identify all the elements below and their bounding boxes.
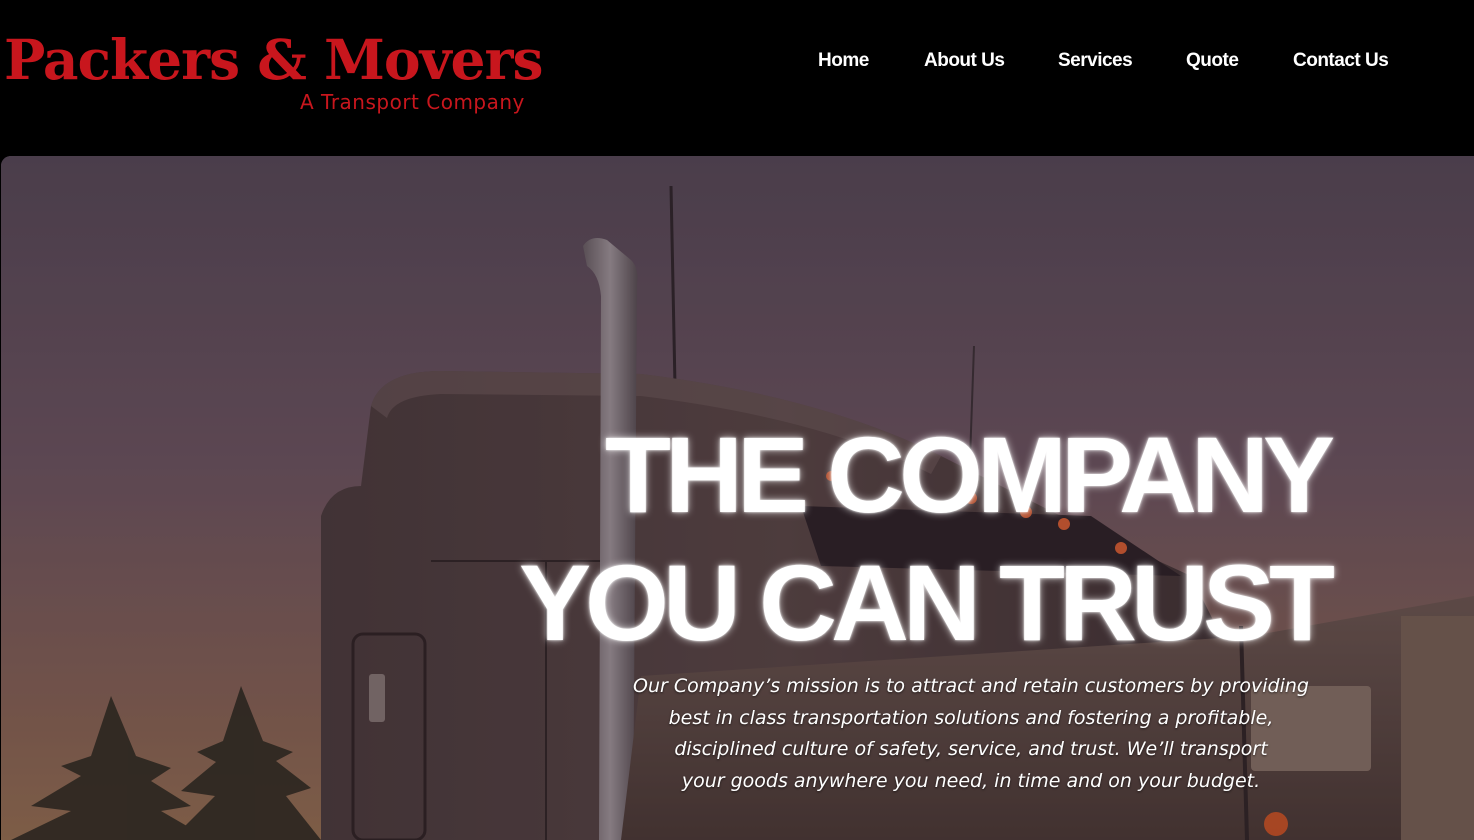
hero-heading-line-1: THE COMPANY — [604, 414, 1335, 535]
hero-description-line: disciplined culture of safety, service, … — [674, 738, 1268, 760]
hero-description-line: your goods anywhere you need, in time an… — [681, 769, 1261, 792]
nav-quote-link[interactable]: Quote — [1186, 48, 1239, 74]
hero-heading: THE COMPANY YOU CAN TRUST — [429, 411, 1335, 667]
logo[interactable]: Packers & Movers A Transport Company — [4, 22, 604, 122]
nav-contact-us-link[interactable]: Contact Us — [1293, 48, 1389, 74]
hero-description: Our Company’s mission is to attract and … — [616, 671, 1326, 797]
hero-description-line: Our Company’s mission is to attract and … — [632, 675, 1309, 697]
hero-section: THE COMPANY YOU CAN TRUST Our Company’s … — [1, 156, 1474, 840]
logo-tagline: A Transport Company — [300, 90, 525, 114]
hero-heading-line-2: YOU CAN TRUST — [519, 542, 1335, 663]
nav-home-link[interactable]: Home — [818, 48, 869, 74]
site-header: Packers & Movers A Transport Company Hom… — [0, 0, 1474, 156]
nav-services-link[interactable]: Services — [1058, 48, 1133, 74]
hero-description-line: best in class transportation solutions a… — [668, 706, 1274, 729]
nav-about-us-link[interactable]: About Us — [924, 48, 1005, 74]
